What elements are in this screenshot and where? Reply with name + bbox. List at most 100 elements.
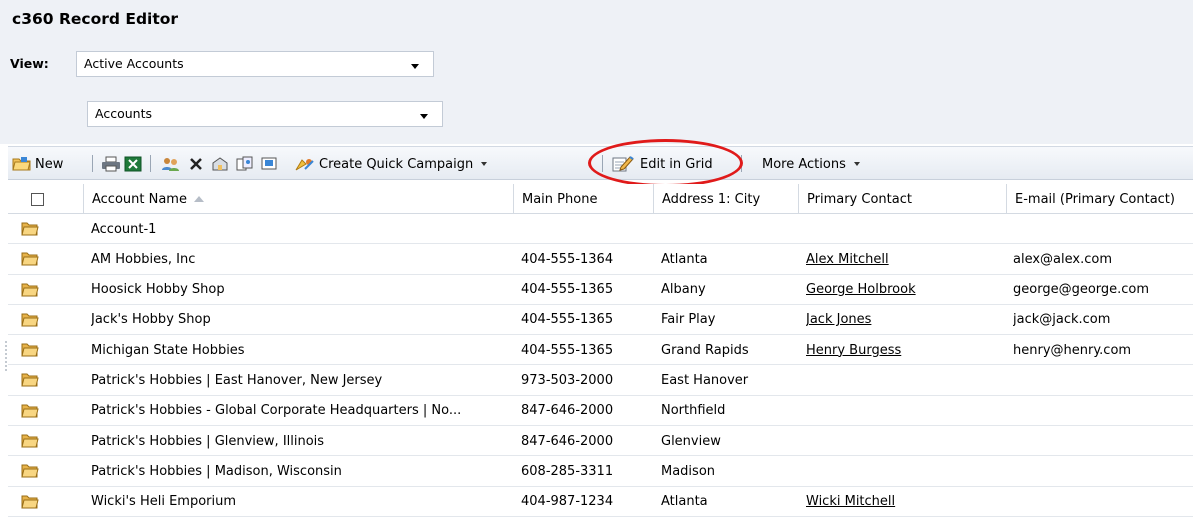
- cell-city: Madison: [661, 463, 716, 479]
- table-row[interactable]: Patrick's Hobbies | East Hanover, New Je…: [8, 365, 1193, 396]
- cell-city: Fair Play: [661, 312, 716, 328]
- column-header-label: E-mail (Primary Contact): [1015, 191, 1175, 207]
- column-header-email[interactable]: E-mail (Primary Contact): [1006, 184, 1193, 214]
- cell-email: [1013, 456, 1193, 486]
- cell-contact-link[interactable]: Alex Mitchell: [806, 244, 1006, 274]
- cell-name: Patrick's Hobbies | Glenview, Illinois: [91, 433, 325, 449]
- cell-city: Northfield: [661, 403, 726, 419]
- cell-contact-link[interactable]: Wicki Mitchell: [806, 487, 1006, 517]
- share-button[interactable]: [211, 147, 231, 181]
- sort-ascending-icon: [193, 196, 204, 202]
- table-row[interactable]: AM Hobbies, Inc 404-555-1364 Atlanta Alex M…: [8, 244, 1193, 275]
- new-button[interactable]: New: [12, 147, 63, 181]
- cell-contact: [806, 396, 1006, 426]
- assign-button[interactable]: [161, 147, 181, 181]
- table-row[interactable]: Michigan State Hobbies 404-555-1365 Grand …: [8, 335, 1193, 366]
- create-quick-campaign-label: Create Quick Campaign: [319, 156, 474, 172]
- entity-select[interactable]: Accounts: [87, 101, 443, 127]
- chevron-down-icon: [411, 64, 419, 69]
- account-record-icon: [21, 494, 39, 514]
- create-quick-campaign-button[interactable]: Create Quick Campaign: [294, 147, 488, 181]
- grid-body: Account-1 AM Hobbies, Inc 404-555-1364 Atla…: [8, 214, 1193, 517]
- command-toolbar: New Create Quick Campaign Edit in Grid M…: [8, 146, 1193, 180]
- cell-phone: 404-987-1234: [521, 494, 614, 510]
- cell-contact-link[interactable]: Henry Burgess: [806, 335, 1006, 365]
- toolbar-separator: [150, 155, 151, 172]
- edit-in-grid-button[interactable]: Edit in Grid: [612, 147, 713, 181]
- column-header-label: Primary Contact: [807, 191, 912, 207]
- cell-contact-link[interactable]: George Holbrook: [806, 275, 1006, 305]
- account-record-icon: [21, 342, 39, 362]
- cell-phone: 404-555-1365: [521, 342, 614, 358]
- new-label: New: [35, 156, 64, 172]
- cell-city: Atlanta: [661, 251, 708, 267]
- header-area: c360 Record Editor View: Active Accounts…: [0, 0, 1193, 144]
- cell-email: [1013, 365, 1193, 395]
- more-actions-button[interactable]: More Actions: [762, 147, 860, 181]
- grid-header: Account Name Main Phone Address 1: City …: [8, 184, 1193, 214]
- cell-phone: 847-646-2000: [521, 403, 614, 419]
- cell-name: Patrick's Hobbies - Global Corporate Hea…: [91, 403, 462, 419]
- chevron-down-icon: [420, 114, 428, 119]
- table-row[interactable]: Patrick's Hobbies - Global Corporate Hea…: [8, 396, 1193, 427]
- delete-icon: [190, 158, 202, 170]
- column-header-primary-contact[interactable]: Primary Contact: [798, 184, 1006, 214]
- cell-email: george@george.com: [1013, 282, 1150, 298]
- cell-contact: [806, 214, 1006, 244]
- column-header-label: Address 1: City: [662, 191, 761, 207]
- account-record-icon: [21, 403, 39, 423]
- cell-contact: [806, 426, 1006, 456]
- new-record-icon: [12, 157, 31, 171]
- cell-name: Michigan State Hobbies: [91, 342, 245, 358]
- app-title: c360 Record Editor: [12, 10, 179, 28]
- edit-in-grid-label: Edit in Grid: [640, 156, 713, 172]
- cell-phone: 608-285-3311: [521, 463, 614, 479]
- view-select-value: Active Accounts: [84, 56, 184, 71]
- cell-city: Atlanta: [661, 494, 708, 510]
- export-excel-button[interactable]: [124, 147, 142, 181]
- more-actions-label: More Actions: [762, 156, 846, 172]
- cell-phone: 404-555-1364: [521, 251, 614, 267]
- cell-city: East Hanover: [661, 372, 749, 388]
- table-row[interactable]: Jack's Hobby Shop 404-555-1365 Fair Play Ja…: [8, 305, 1193, 336]
- cell-phone: 404-555-1365: [521, 282, 614, 298]
- column-header-label: Account Name: [92, 191, 187, 207]
- column-header-main-phone[interactable]: Main Phone: [513, 184, 653, 214]
- print-button[interactable]: [101, 147, 121, 181]
- share-icon: [212, 157, 228, 171]
- cell-phone: 973-503-2000: [521, 372, 614, 388]
- table-row[interactable]: Patrick's Hobbies | Glenview, Illinois 84…: [8, 426, 1193, 457]
- export-excel-icon: [124, 156, 142, 172]
- column-header-label: Main Phone: [522, 191, 598, 207]
- table-row[interactable]: Patrick's Hobbies | Madison, Wisconsin 60…: [8, 456, 1193, 487]
- cell-name: Wicki's Heli Emporium: [91, 494, 237, 510]
- entity-select-value: Accounts: [95, 106, 152, 121]
- table-row[interactable]: Hoosick Hobby Shop 404-555-1365 Albany Geor…: [8, 275, 1193, 305]
- cell-contact: [806, 456, 1006, 486]
- email-link-button[interactable]: [260, 147, 280, 181]
- table-row[interactable]: Account-1: [8, 214, 1193, 245]
- cell-contact: [806, 365, 1006, 395]
- cell-email: [1013, 214, 1193, 244]
- cell-email: [1013, 396, 1193, 426]
- cell-city: [661, 214, 801, 244]
- account-record-icon: [21, 372, 39, 392]
- cell-email: jack@jack.com: [1013, 312, 1111, 328]
- column-header-city[interactable]: Address 1: City: [653, 184, 798, 214]
- account-record-icon: [21, 221, 39, 241]
- view-label: View:: [10, 56, 49, 71]
- cell-phone: 847-646-2000: [521, 433, 614, 449]
- resize-handle[interactable]: [5, 340, 7, 372]
- copy-link-button[interactable]: [235, 147, 255, 181]
- chevron-down-icon: [481, 162, 488, 166]
- cell-email: [1013, 487, 1193, 517]
- account-record-icon: [21, 282, 39, 302]
- cell-name: Jack's Hobby Shop: [91, 312, 211, 328]
- table-row[interactable]: Wicki's Heli Emporium 404-987-1234 Atlanta…: [8, 487, 1193, 517]
- assign-icon: [162, 158, 179, 171]
- delete-button[interactable]: [188, 147, 204, 181]
- view-select[interactable]: Active Accounts: [76, 51, 434, 77]
- select-all-checkbox[interactable]: [31, 193, 44, 206]
- cell-contact-link[interactable]: Jack Jones: [806, 305, 1006, 335]
- column-header-account-name[interactable]: Account Name: [83, 184, 513, 214]
